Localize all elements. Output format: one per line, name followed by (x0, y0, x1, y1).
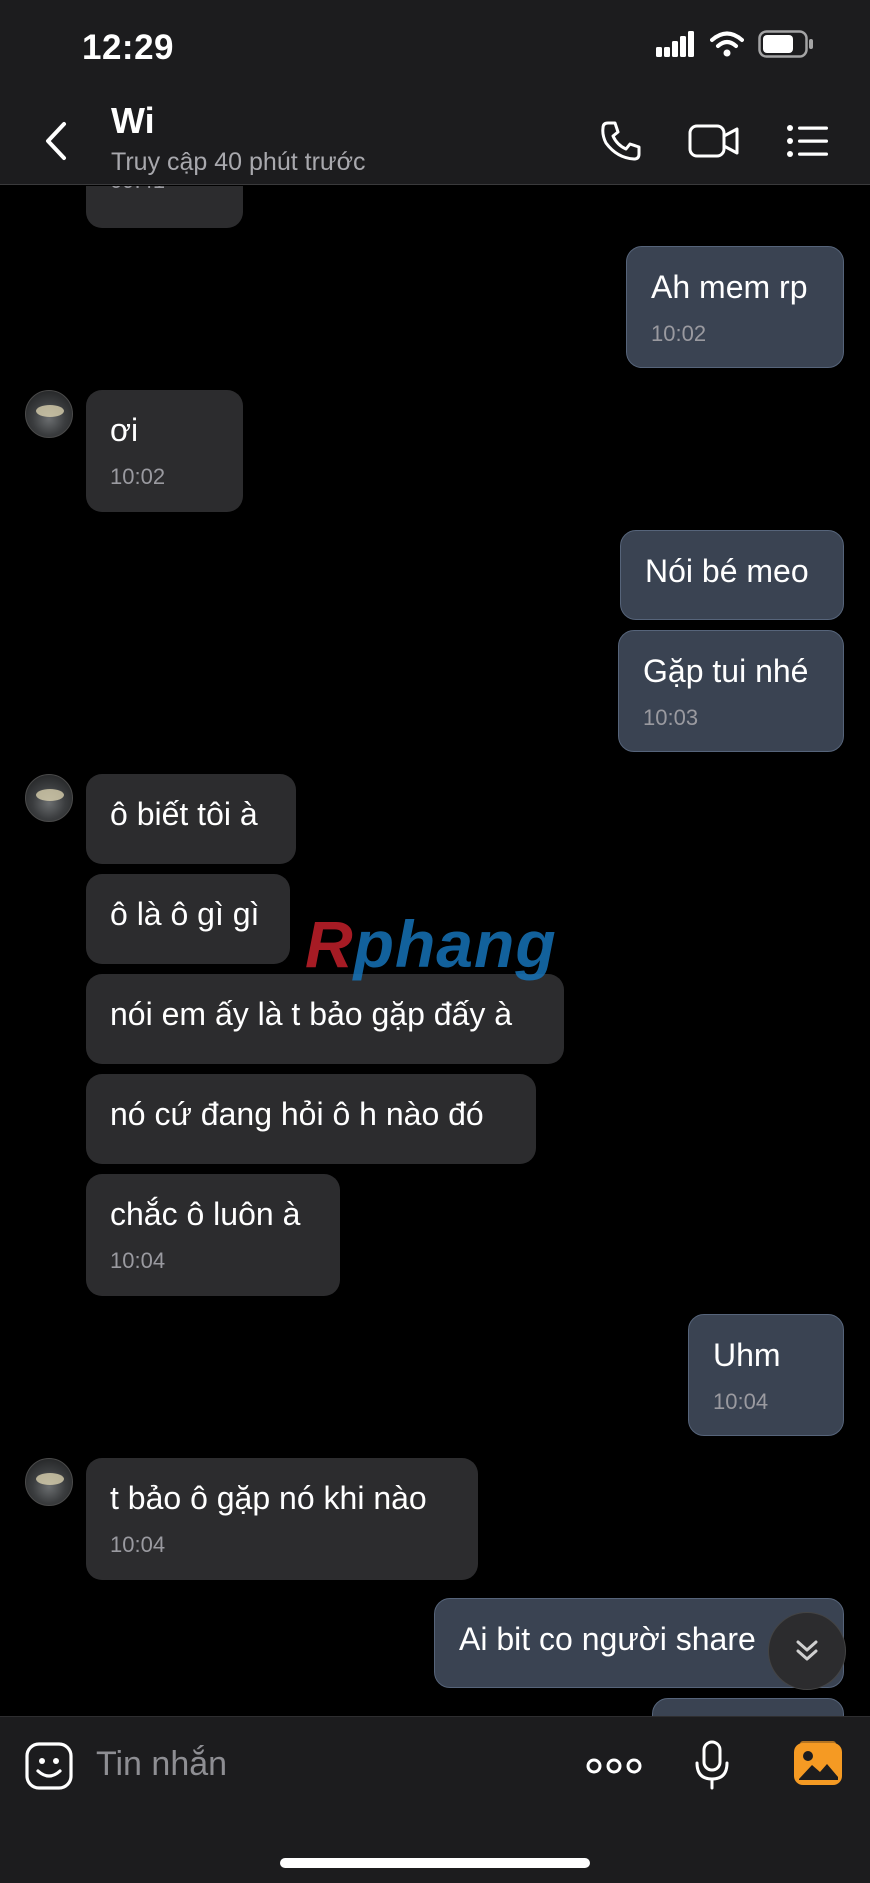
battery-icon (758, 30, 813, 58)
call-button[interactable] (596, 116, 646, 166)
message-input-bar: Tin nhắn (0, 1716, 870, 1883)
chevron-left-icon (46, 122, 66, 160)
message-time: 10:02 (651, 321, 707, 346)
message-text: Uhm (713, 1337, 781, 1373)
list-menu-icon (787, 125, 828, 157)
message-time: 09:41 (110, 186, 219, 194)
status-time: 12:29 (82, 28, 175, 67)
more-dots-icon (586, 1758, 642, 1774)
image-picker-button[interactable] (792, 1739, 844, 1789)
contact-last-seen: Truy cập 40 phút trước (111, 148, 366, 176)
message-text: t bảo ô gặp nó khi nào (110, 1480, 427, 1516)
message-outgoing[interactable]: Uhm 10:04 (688, 1314, 844, 1436)
message-text: chắc ô luôn à (110, 1196, 301, 1232)
video-camera-icon (688, 124, 739, 158)
message-list[interactable]: 09:41 Ah mem rp 10:02 ơi 10:02 Nói bé me… (0, 186, 870, 1716)
scroll-to-bottom-button[interactable] (768, 1612, 846, 1690)
message-text: nói em ấy là t bảo gặp đấy à (110, 996, 513, 1032)
double-chevron-down-icon (796, 1640, 818, 1661)
more-options-button[interactable] (586, 1753, 642, 1779)
chat-menu-button[interactable] (786, 116, 830, 166)
message-text: nó cứ đang hỏi ô h nào đó (110, 1096, 484, 1132)
message-incoming[interactable]: ô là ô gì gì (86, 874, 290, 964)
signal-icon (656, 31, 694, 57)
message-text: ô là ô gì gì (110, 896, 260, 932)
message-time: 10:04 (713, 1389, 769, 1414)
message-outgoing[interactable]: Nói bé meo (620, 530, 844, 620)
watermark-initial: R (305, 907, 354, 981)
contact-avatar[interactable] (25, 1458, 73, 1506)
message-text: ô biết tôi à (110, 796, 258, 832)
message-text: Gặp tui nhé (643, 653, 809, 689)
message-time: 10:04 (110, 1532, 166, 1557)
message-outgoing[interactable]: Ah mem rp 10:02 (626, 246, 844, 368)
back-button[interactable] (40, 116, 80, 166)
microphone-icon (695, 1740, 729, 1790)
chat-header: 12:29 Wi Truy cập 40 phút trước (0, 0, 870, 185)
message-incoming[interactable]: chắc ô luôn à 10:04 (86, 1174, 340, 1296)
contact-avatar[interactable] (25, 390, 73, 438)
message-outgoing[interactable] (652, 1698, 844, 1716)
chat-screen: 12:29 Wi Truy cập 40 phút trước Ah mem r… (0, 0, 870, 1883)
sticker-button[interactable] (24, 1741, 74, 1791)
home-indicator (280, 1858, 590, 1868)
message-incoming[interactable]: nó cứ đang hỏi ô h nào đó (86, 1074, 536, 1164)
watermark-rest: phang (353, 907, 557, 981)
voice-record-button[interactable] (692, 1739, 732, 1791)
phone-icon (601, 121, 641, 161)
message-outgoing[interactable]: Gặp tui nhé 10:03 (618, 630, 844, 752)
sticker-smile-icon (25, 1742, 73, 1790)
message-text: Nói bé meo (645, 553, 809, 589)
message-time: 10:04 (110, 1248, 166, 1273)
message-incoming[interactable]: t bảo ô gặp nó khi nào 10:04 (86, 1458, 478, 1580)
contact-name[interactable]: Wi (111, 100, 155, 142)
message-time: 10:03 (643, 705, 699, 730)
video-call-button[interactable] (688, 116, 740, 166)
contact-avatar[interactable] (25, 774, 73, 822)
message-incoming[interactable]: ơi 10:02 (86, 390, 243, 512)
message-incoming[interactable]: 09:41 (86, 186, 243, 228)
message-time: 10:02 (110, 464, 166, 489)
message-text: Ai bit co người share (459, 1621, 756, 1657)
message-incoming[interactable]: nói em ấy là t bảo gặp đấy à (86, 974, 564, 1064)
status-icons (656, 30, 814, 58)
wifi-icon (710, 31, 744, 57)
message-input[interactable]: Tin nhắn (96, 1745, 227, 1784)
message-text: Ah mem rp (651, 269, 808, 305)
image-gallery-icon (794, 1741, 842, 1785)
message-text: ơi (110, 412, 139, 448)
message-incoming[interactable]: ô biết tôi à (86, 774, 296, 864)
watermark-logo: Rphang (305, 906, 557, 982)
